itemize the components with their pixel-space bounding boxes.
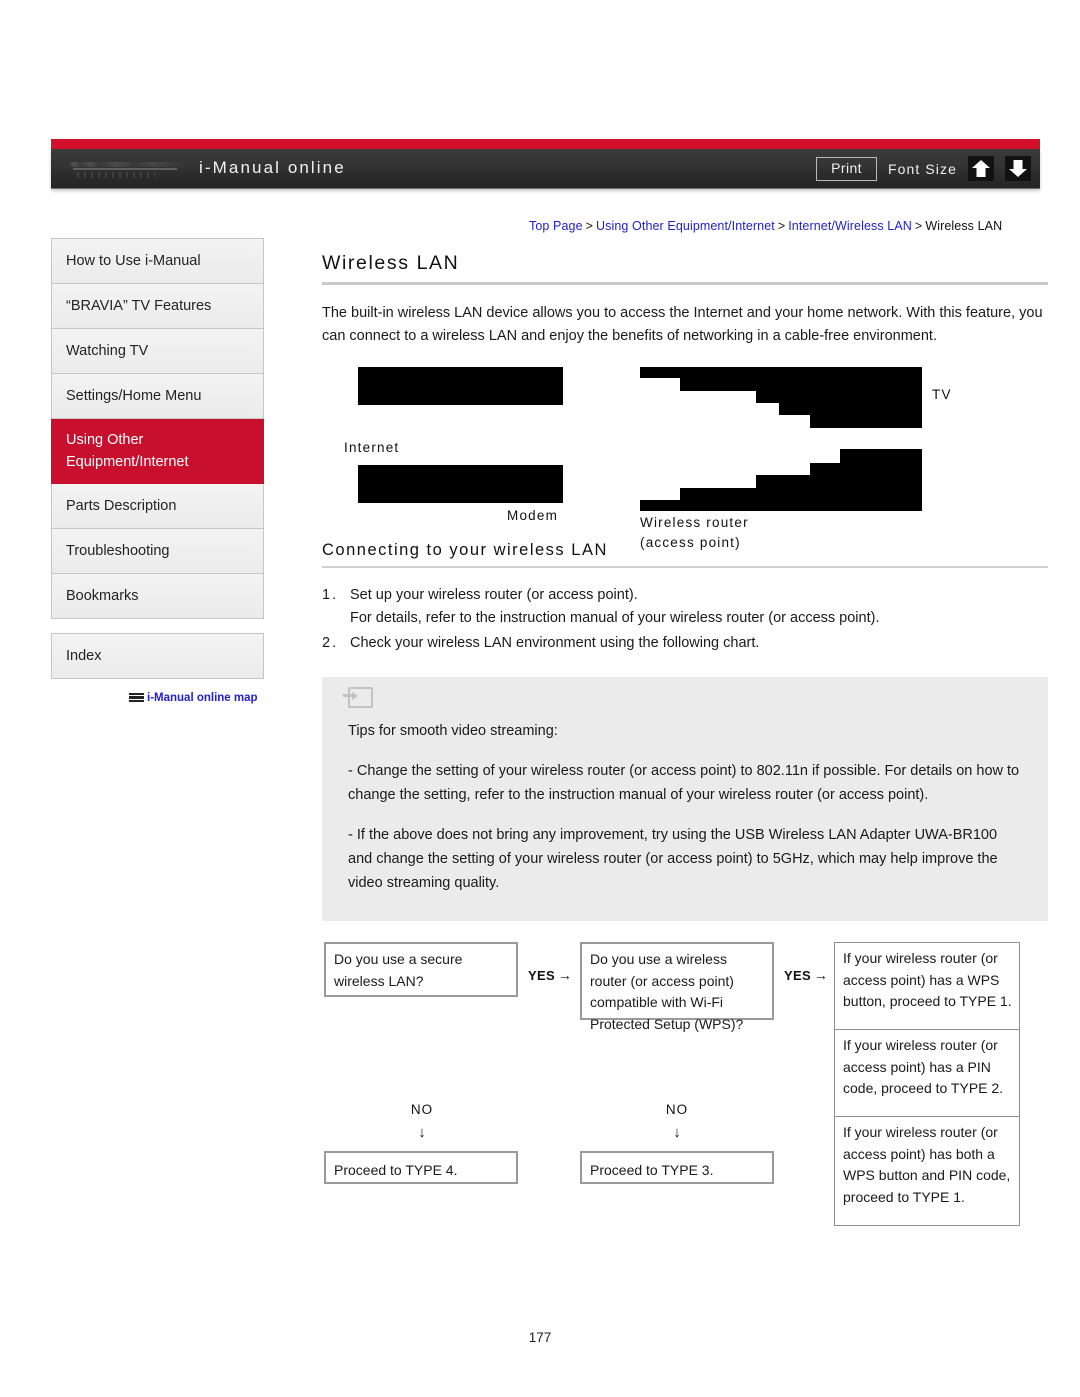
header-accent-bar [51, 139, 1040, 149]
sitemap-link-label: i-Manual online map [147, 692, 258, 704]
step-1-number: 1. [322, 587, 339, 603]
breadcrumb-separator: > [585, 219, 594, 233]
flowchart-yes-1-arrow: → [557, 967, 573, 983]
sidebar-item-bravia-tv-features[interactable]: “BRAVIA” TV Features [51, 284, 264, 329]
flowchart-no-1-result: Proceed to TYPE 4. [324, 1151, 518, 1184]
sidebar-nav: How to Use i-Manual “BRAVIA” TV Features… [51, 238, 264, 704]
page-title: Wireless LAN [322, 252, 460, 274]
breadcrumb-item-top-page[interactable]: Top Page [529, 219, 583, 233]
breadcrumb-separator: > [914, 219, 923, 233]
flowchart-yes-1: YES → [528, 967, 572, 983]
flowchart-no-1: NO [410, 1102, 434, 1117]
flowchart-result-type2-pin: If your wireless router (or access point… [834, 1029, 1020, 1117]
diagram-label-router: Wireless router [640, 515, 749, 530]
step-1-body: Set up your wireless router (or access p… [350, 584, 1048, 630]
redacted-block-modem [358, 465, 563, 503]
flowchart-no-2-result: Proceed to TYPE 3. [580, 1151, 774, 1184]
redacted-block-tv-step5 [810, 415, 922, 428]
diagram-label-modem: Modem [507, 508, 559, 523]
sidebar-item-how-to-use[interactable]: How to Use i-Manual [51, 238, 264, 284]
intro-paragraph: The built-in wireless LAN device allows … [322, 305, 1043, 344]
sidebar-item-parts-description[interactable]: Parts Description [51, 484, 264, 529]
step-2-number: 2. [322, 635, 339, 651]
redacted-block-internet [358, 367, 563, 405]
flowchart-no-2: NO [665, 1102, 689, 1117]
redacted-block-tv-step4 [779, 403, 922, 415]
sidebar-item-index[interactable]: Index [51, 633, 264, 679]
page-number: 177 [528, 1330, 552, 1345]
site-header: i-Manual online Print Font Size [51, 139, 1040, 189]
step-2: 2. Check your wireless LAN environment u… [322, 632, 1048, 655]
tips-paragraph-2: - If the above does not bring any improv… [348, 827, 998, 891]
breadcrumb: Top Page > Using Other Equipment/Internet >… [529, 219, 1002, 233]
sidebar-item-settings-home-menu[interactable]: Settings/Home Menu [51, 374, 264, 419]
site-title: i-Manual online [199, 158, 346, 177]
flowchart-result-type1-wps: If your wireless router (or access point… [834, 942, 1020, 1030]
sony-logo [69, 158, 187, 180]
tips-heading: Tips for smooth video streaming: [348, 723, 558, 739]
network-diagram: Internet Modem TV Wireless router (acces… [322, 365, 1048, 550]
flowchart-question-1: Do you use a secure wireless LAN? [324, 942, 518, 997]
redacted-block-router-step2 [810, 463, 922, 475]
breadcrumb-item-internet-wireless-lan[interactable]: Internet/Wireless LAN [788, 219, 912, 233]
redacted-block-router-step5 [640, 500, 922, 511]
header-bar: i-Manual online Print Font Size [51, 149, 1040, 189]
flowchart-result-type1-both: If your wireless router (or access point… [834, 1116, 1020, 1226]
redacted-block-tv-step3 [756, 391, 922, 403]
redacted-block-router-step1 [840, 449, 922, 463]
breadcrumb-item-current: Wireless LAN [925, 219, 1003, 233]
up-arrow-icon[interactable] [968, 156, 994, 181]
diagram-label-router-sub: (access point) [640, 535, 741, 550]
flowchart-question-2: Do you use a wireless router (or access … [580, 942, 774, 1032]
redacted-block-tv-step1 [640, 367, 922, 378]
redacted-block-router-step4 [680, 488, 922, 500]
tips-paragraph-1: - Change the setting of your wireless ro… [348, 763, 1020, 803]
tip-note-icon [343, 687, 373, 708]
print-button[interactable]: Print [816, 156, 877, 181]
sitemap-link[interactable]: i-Manual online map [129, 692, 258, 704]
flowchart-yes-1-label: YES [528, 968, 555, 983]
wireless-setup-flowchart: Do you use a secure wireless LAN? YES → D… [322, 940, 1048, 1230]
sidebar-item-bookmarks[interactable]: Bookmarks [51, 574, 264, 619]
sitemap-icon [129, 693, 144, 702]
step-1-line-2: For details, refer to the instruction ma… [350, 610, 880, 626]
main-content: Wireless LAN The built-in wireless LAN d… [322, 252, 1048, 1230]
flowchart-yes-2-label: YES [784, 968, 811, 983]
sidebar-index-group: Index [51, 633, 264, 679]
step-1: 1. Set up your wireless router (or acces… [322, 584, 1048, 630]
redacted-block-tv-step2 [680, 378, 922, 391]
flowchart-yes-2: YES → [784, 967, 828, 983]
tips-callout: Tips for smooth video streaming: - Chang… [322, 677, 1048, 921]
breadcrumb-item-using-other-equipment[interactable]: Using Other Equipment/Internet [596, 219, 775, 233]
down-arrow-icon[interactable] [1005, 156, 1031, 181]
step-2-body: Check your wireless LAN environment usin… [350, 635, 760, 651]
sidebar-item-using-other-equipment[interactable]: Using Other Equipment/Internet [51, 419, 264, 484]
step-1-line-1: Set up your wireless router (or access p… [350, 587, 638, 603]
font-size-label: Font Size [887, 160, 957, 177]
redacted-block-router-step3 [756, 475, 922, 488]
section-divider [322, 566, 1048, 568]
flowchart-down-arrow-2: ↓ [673, 1124, 681, 1141]
diagram-label-internet: Internet [344, 440, 400, 455]
flowchart-down-arrow-1: ↓ [418, 1124, 426, 1141]
breadcrumb-separator: > [777, 219, 786, 233]
sidebar-item-troubleshooting[interactable]: Troubleshooting [51, 529, 264, 574]
title-divider [322, 282, 1048, 285]
flowchart-yes-2-arrow: → [813, 967, 829, 983]
diagram-label-tv: TV [932, 387, 952, 402]
sidebar-item-watching-tv[interactable]: Watching TV [51, 329, 264, 374]
header-toolbar: Print Font Size [816, 156, 1031, 181]
